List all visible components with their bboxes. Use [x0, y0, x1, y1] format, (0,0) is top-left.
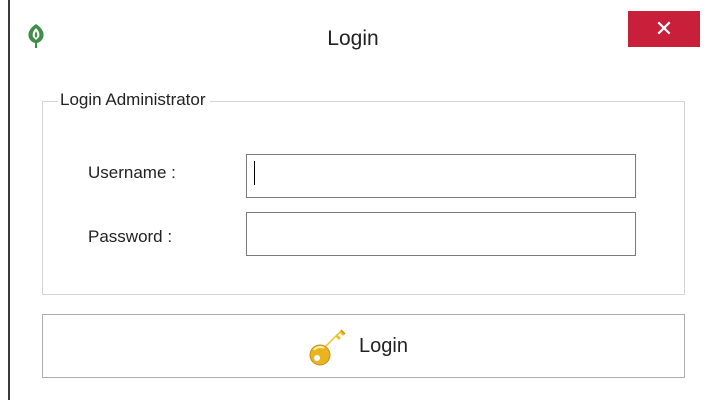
group-legend: Login Administrator	[58, 90, 210, 110]
login-window: Login ✕ Login Administrator Username : P…	[0, 0, 714, 400]
key-icon	[309, 329, 346, 366]
username-label: Username :	[88, 163, 176, 182]
password-input[interactable]	[246, 212, 636, 256]
close-button[interactable]: ✕	[628, 11, 700, 47]
login-button[interactable]: Login	[42, 314, 685, 378]
password-label: Password :	[88, 227, 173, 246]
text-caret	[254, 161, 255, 185]
login-button-label: Login	[359, 334, 408, 357]
window-left-border	[8, 0, 10, 400]
window-title: Login	[327, 27, 379, 50]
login-administrator-group	[42, 101, 685, 295]
close-icon: ✕	[654, 16, 674, 41]
username-input[interactable]	[246, 154, 636, 198]
